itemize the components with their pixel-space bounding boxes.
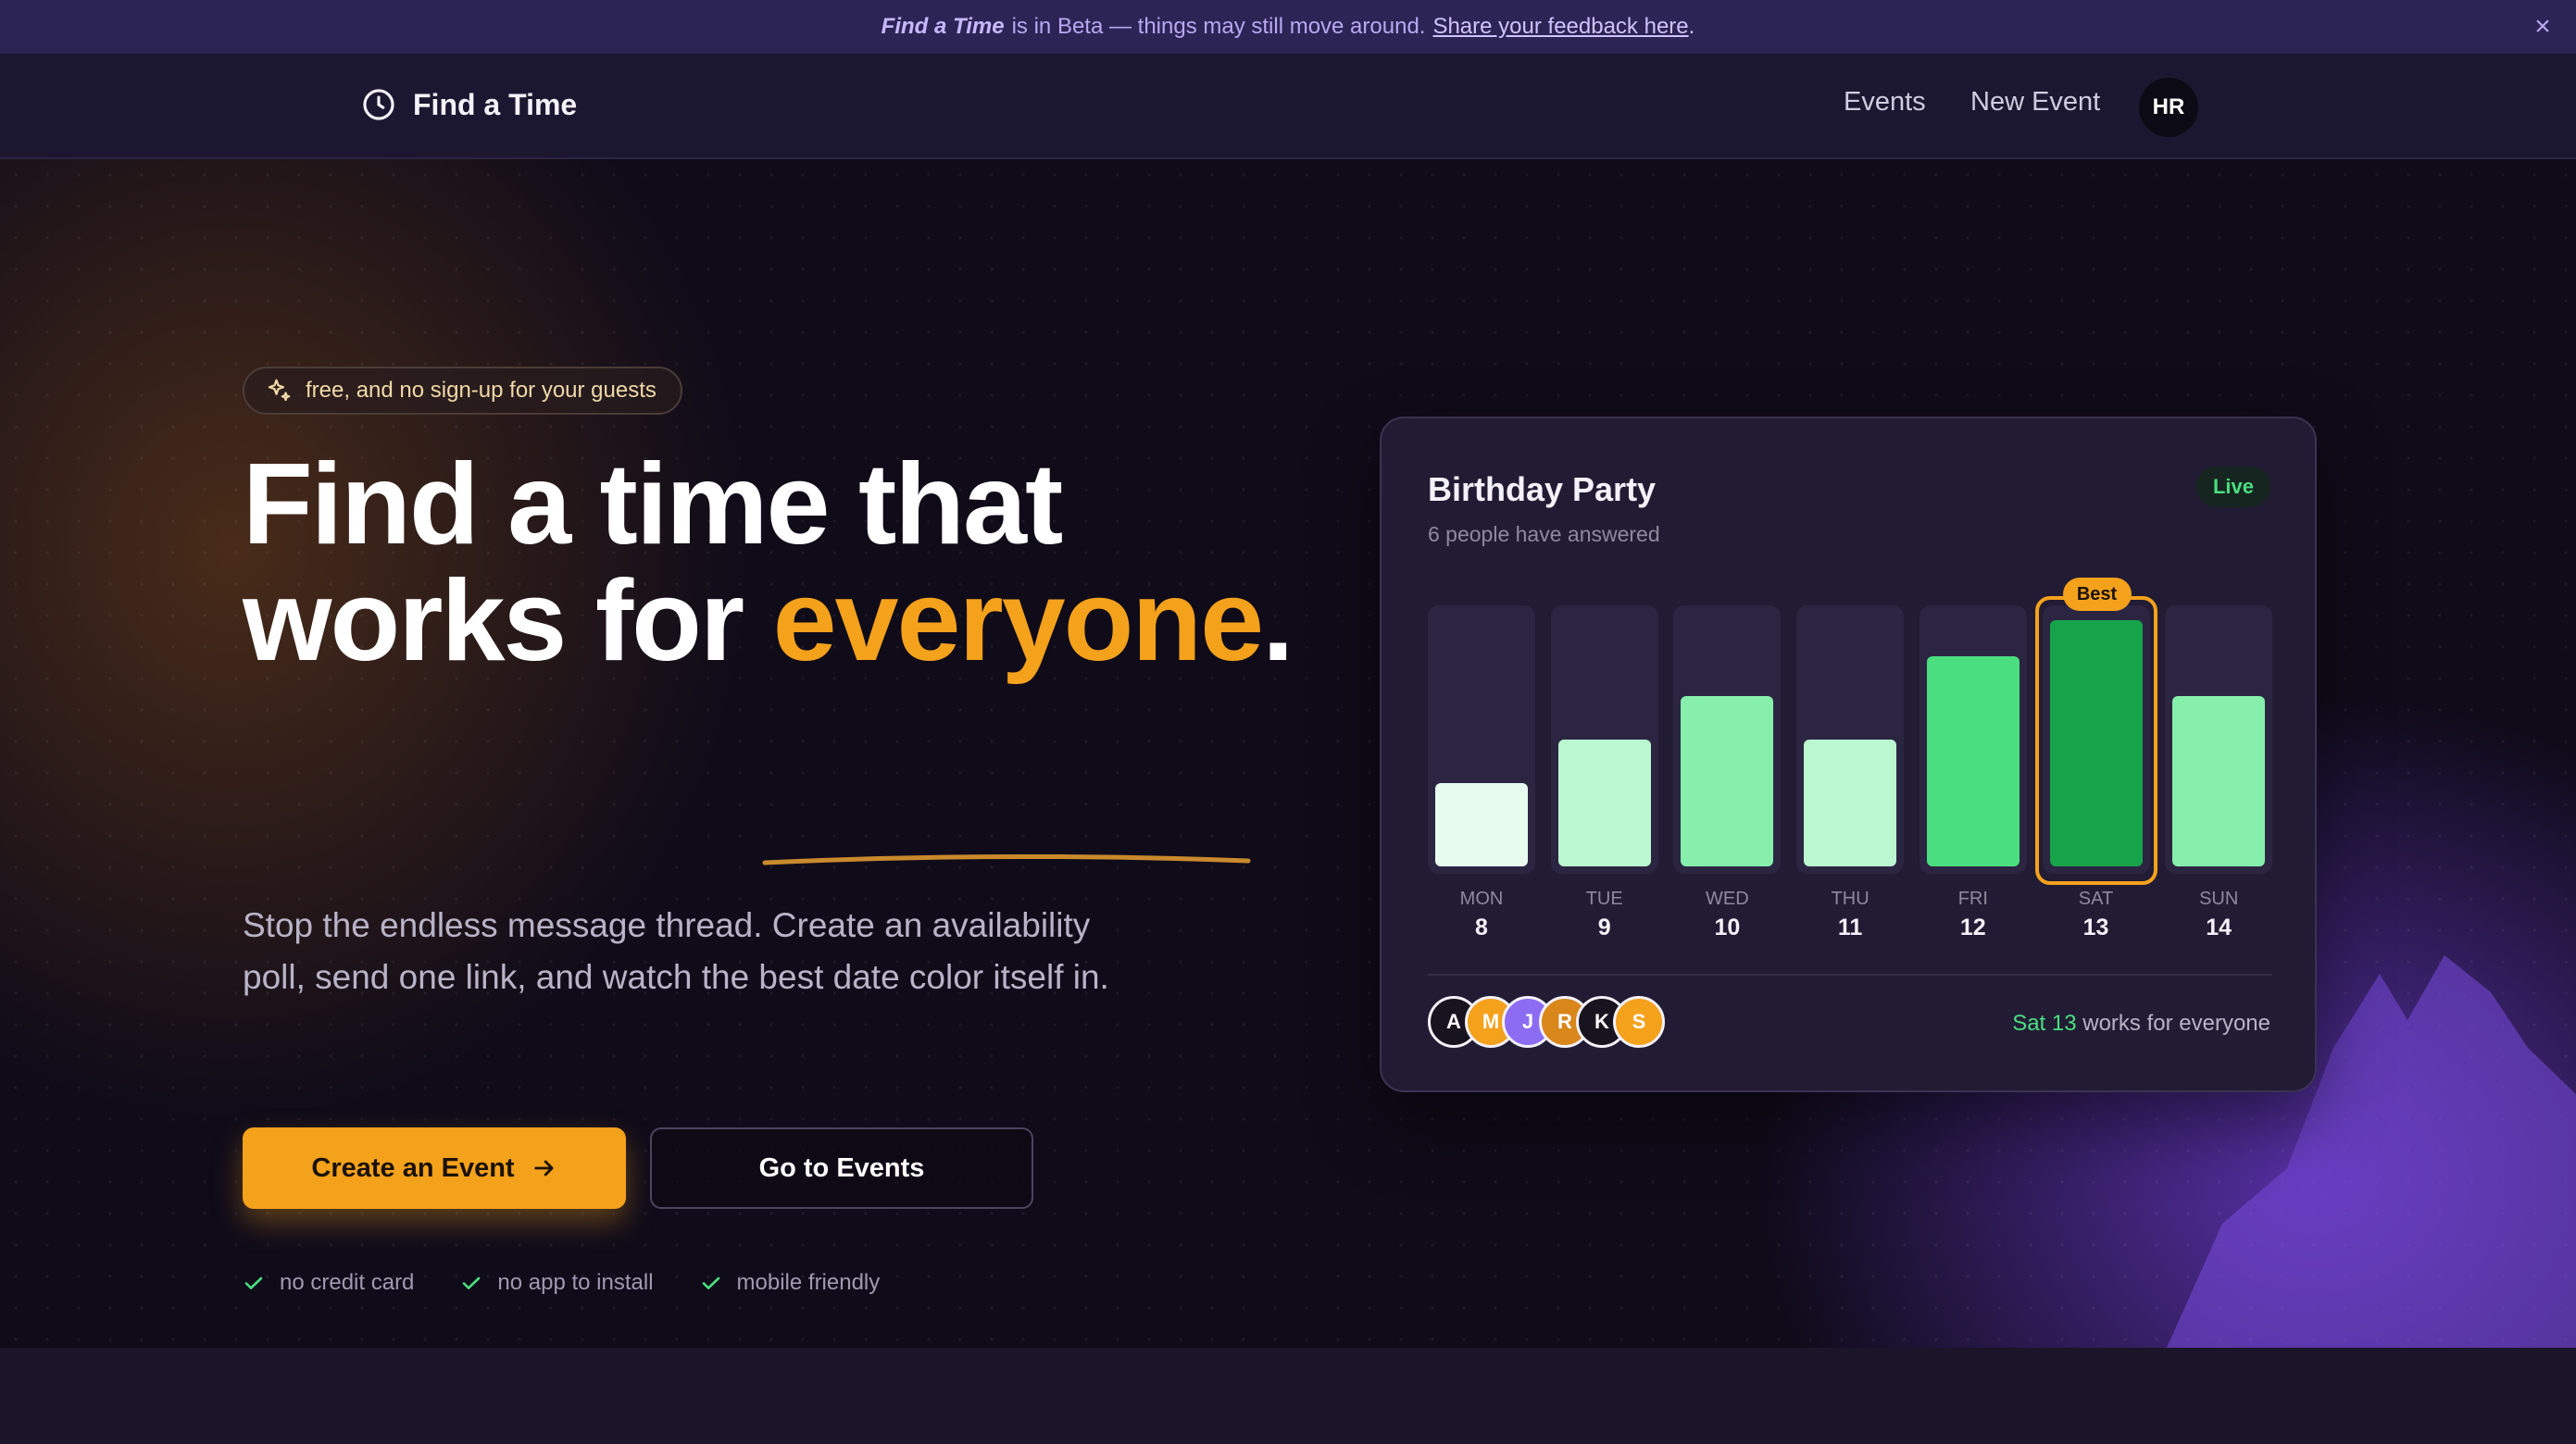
bar-track	[1673, 605, 1782, 874]
day-name-label: MON	[1459, 889, 1504, 909]
headline-line-2: works for everyone.	[243, 563, 1354, 679]
day-name-label: WED	[1706, 889, 1749, 909]
day-number-label: 10	[1714, 915, 1741, 940]
feature-text: no app to install	[497, 1270, 654, 1295]
feature-text: no credit card	[280, 1270, 415, 1295]
availability-bar	[1926, 656, 2020, 866]
close-banner-icon[interactable]: ×	[2526, 10, 2559, 44]
create-event-button[interactable]: Create an Event	[243, 1127, 626, 1209]
best-day-outline	[2034, 596, 2157, 885]
bar-track	[1550, 605, 1658, 874]
banner-product-name: Find a Time	[881, 14, 1005, 39]
hero-section: free, and no sign-up for your guests Fin…	[0, 159, 2576, 1348]
top-nav: Find a Time Events New Event HR	[0, 54, 2576, 159]
best-day-text: works for everyone	[2076, 1011, 2270, 1036]
day-name-label: TUE	[1585, 889, 1623, 909]
headline-highlight: everyone	[772, 557, 1265, 685]
day-column-wed[interactable]: WED 10	[1673, 594, 1782, 946]
day-number-label: 12	[1959, 915, 1986, 940]
day-number-label: 14	[2206, 915, 2232, 940]
availability-bar	[2172, 696, 2266, 866]
day-name-label: FRI	[1957, 889, 1988, 909]
day-column-sat[interactable]: Best SAT 13	[2034, 578, 2157, 946]
arrow-right-icon	[533, 1160, 554, 1176]
availability-bar	[1557, 740, 1651, 866]
day-column-thu[interactable]: THU 11	[1796, 594, 1905, 946]
day-number-label: 11	[1837, 915, 1863, 940]
bar-track	[1428, 605, 1535, 874]
card-divider	[1428, 974, 2272, 976]
hero-subtext: Stop the endless message thread. Create …	[243, 906, 1109, 996]
feature-list: no credit card no app to install mobile …	[243, 1270, 880, 1296]
event-preview-card: Birthday Party 6 people have answered Li…	[1380, 417, 2317, 1092]
clock-icon	[363, 89, 394, 120]
page: Find a Time is in Beta — things may stil…	[0, 0, 2576, 1444]
check-icon	[702, 1276, 719, 1289]
brand-name: Find a Time	[413, 87, 578, 121]
day-column-fri[interactable]: FRI 12	[1919, 594, 2027, 946]
bar-track	[2165, 605, 2273, 874]
hero-headline: Find a time that works for everyone.	[243, 446, 1354, 679]
feature-item: no credit card	[243, 1270, 414, 1296]
availability-bar	[1681, 696, 1774, 866]
headline-line-1: Find a time that	[243, 441, 1063, 568]
beta-banner: Find a Time is in Beta — things may stil…	[0, 0, 2576, 54]
highlight-underline	[762, 853, 1251, 865]
create-event-label: Create an Event	[311, 1152, 515, 1183]
feature-text: mobile friendly	[736, 1270, 881, 1295]
availability-bar	[1804, 740, 1897, 866]
banner-text: is in Beta — things may still move aroun…	[1011, 14, 1426, 39]
nav-link-new-event[interactable]: New Event	[1970, 87, 2100, 118]
day-number-label: 13	[2082, 915, 2109, 940]
bar-track	[1919, 605, 2027, 874]
free-badge-text: free, and no sign-up for your guests	[306, 378, 657, 403]
day-column-sun[interactable]: SUN 14	[2165, 594, 2273, 946]
feature-item: no app to install	[460, 1270, 654, 1296]
day-column-mon[interactable]: MON 8	[1428, 594, 1535, 946]
user-avatar[interactable]: HR	[2139, 78, 2198, 137]
banner-period: .	[1688, 14, 1695, 39]
headline-prefix: works for	[243, 557, 773, 685]
sparkles-icon	[268, 379, 291, 402]
event-title: Birthday Party	[1428, 470, 1657, 508]
live-status-badge: Live	[2195, 467, 2270, 507]
feedback-link[interactable]: Share your feedback here	[1432, 14, 1688, 40]
day-number-label: 8	[1475, 915, 1488, 940]
go-to-events-label: Go to Events	[758, 1152, 925, 1183]
check-icon	[244, 1276, 263, 1289]
feature-item: mobile friendly	[700, 1270, 881, 1296]
availability-chart: MON 8 TUE 9 WED 10 THU 11 FRI 12 Best SAT 13 SUN 14	[1428, 578, 2273, 946]
brand-logo-link[interactable]: Find a Time	[361, 87, 577, 122]
respondent-avatar: S	[1613, 996, 1665, 1048]
best-day-highlight: Sat 13	[2012, 1011, 2077, 1036]
best-day-summary: Sat 13 works for everyone	[2012, 1011, 2270, 1037]
response-count: 6 people have answered	[1428, 522, 1660, 546]
footer-band	[0, 1348, 2576, 1444]
day-name-label: THU	[1831, 889, 1869, 909]
day-column-tue[interactable]: TUE 9	[1550, 594, 1658, 946]
nav-link-events[interactable]: Events	[1844, 87, 1926, 118]
day-name-label: SUN	[2199, 889, 2239, 909]
go-to-events-button[interactable]: Go to Events	[650, 1127, 1033, 1209]
headline-end: .	[1262, 557, 1294, 685]
day-name-label: SAT	[2078, 889, 2114, 909]
day-number-label: 9	[1597, 915, 1611, 940]
best-day-badge: Best	[2062, 578, 2132, 611]
bar-track	[1796, 605, 1905, 874]
availability-bar	[1435, 783, 1528, 866]
check-icon	[463, 1276, 481, 1289]
free-badge: free, and no sign-up for your guests	[243, 367, 682, 415]
